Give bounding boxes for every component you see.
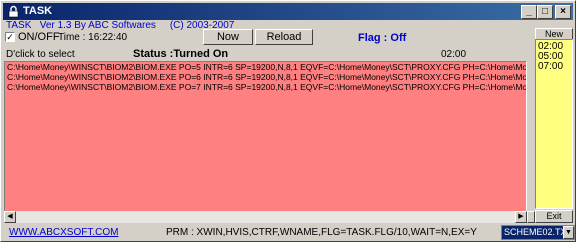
close-icon: × [560, 6, 566, 17]
select-hint: D'click to select [6, 49, 75, 60]
time-label: Time : 16:22:40 [58, 32, 128, 43]
maximize-button[interactable]: □ [537, 5, 553, 19]
website-link[interactable]: WWW.ABCXSOFT.COM [9, 227, 118, 238]
app-version: Ver 1.3 [39, 20, 72, 31]
params-text: PRM : XWIN,HVIS,CTRF,WNAME,FLG=TASK.FLG/… [166, 227, 477, 238]
header-line: TASK Ver 1.3 By ABC Softwares (C) 2003-2… [6, 20, 234, 31]
task-list-item[interactable]: C:\Home\Money\WINSCT\BIOM2\BIOM.EXE PO=7… [5, 82, 526, 92]
checkmark-icon: ✓ [5, 32, 15, 42]
scroll-right-icon[interactable]: ▶ [515, 211, 527, 223]
task-list-item[interactable]: C:\Home\Money\WINSCT\BIOM2\BIOM.EXE PO=5… [5, 62, 526, 72]
minimize-icon: _ [526, 6, 532, 17]
flag-label: Flag : Off [358, 32, 407, 44]
schedule-time-item[interactable]: 07:00 [538, 62, 572, 72]
onoff-label: ON/OFF [18, 31, 60, 43]
title-bar[interactable]: TASK _ □ × [3, 3, 573, 20]
lock-icon [8, 5, 19, 18]
app-name: TASK [6, 20, 32, 31]
window-title: TASK [23, 5, 53, 17]
scheme-select[interactable]: SCHEME02.TXT ▼ [501, 225, 575, 240]
task-list[interactable]: C:\Home\Money\WINSCT\BIOM2\BIOM.EXE PO=5… [4, 61, 527, 221]
status-text: Status :Turned On [133, 48, 229, 60]
schedule-items: 02:00 05:00 07:00 [538, 42, 572, 72]
now-button[interactable]: Now [203, 29, 253, 45]
task-window: TASK _ □ × TASK Ver 1.3 By ABC Softwares… [0, 0, 576, 242]
horizontal-scrollbar[interactable]: ◀ ▶ [4, 211, 527, 223]
maximize-icon: □ [541, 6, 549, 17]
schedule-list[interactable]: 02:00 05:00 07:00 [535, 39, 573, 209]
onoff-checkbox[interactable]: ✓ [5, 32, 15, 42]
chevron-down-icon[interactable]: ▼ [563, 226, 574, 239]
scroll-left-icon[interactable]: ◀ [4, 211, 16, 223]
task-list-lines: C:\Home\Money\WINSCT\BIOM2\BIOM.EXE PO=5… [5, 62, 526, 92]
scheme-value: SCHEME02.TXT [504, 227, 573, 237]
app-author: By ABC Softwares [74, 20, 156, 31]
scrollbar-corner [527, 211, 535, 223]
reload-button[interactable]: Reload [255, 29, 313, 45]
minimize-button[interactable]: _ [521, 5, 537, 19]
next-run-time: 02:00 [441, 49, 467, 60]
exit-button[interactable]: Exit [535, 210, 573, 223]
close-button[interactable]: × [555, 5, 571, 19]
task-list-item[interactable]: C:\Home\Money\WINSCT\BIOM2\BIOM.EXE PO=6… [5, 72, 526, 82]
